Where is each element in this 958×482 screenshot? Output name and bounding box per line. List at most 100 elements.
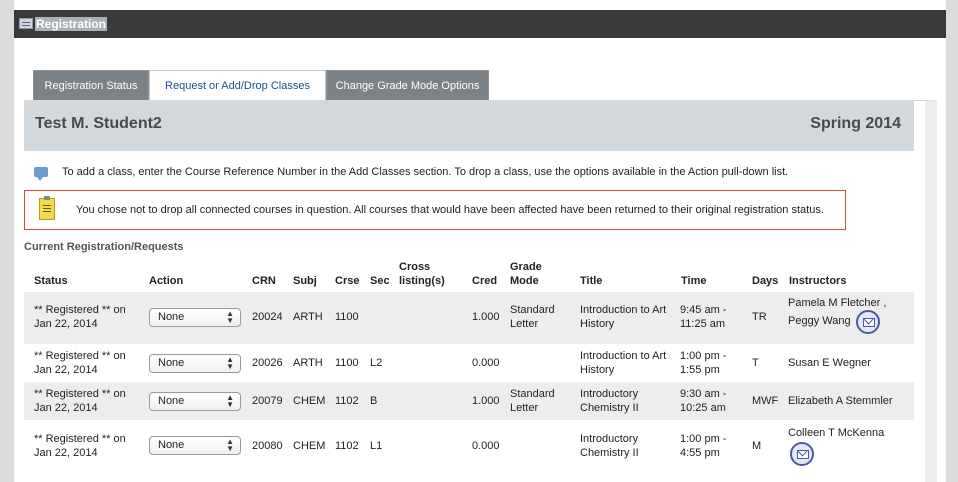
time-cell-2: 4:55 pm (680, 447, 720, 459)
time-cell: 1:00 pm - (680, 433, 727, 445)
cred-cell: 1.000 (472, 395, 500, 407)
cred-cell: 0.000 (472, 357, 500, 369)
col-header-grade: Grade (510, 261, 542, 273)
time-cell: 9:30 am - (680, 388, 727, 400)
instructor-cell: Susan E Wegner (788, 357, 871, 369)
email-icon[interactable] (790, 442, 814, 466)
status-date: Jan 22, 2014 (34, 402, 98, 414)
select-arrows-icon: ▲ ▼ (226, 309, 234, 325)
col-header-crse: Crse (335, 275, 360, 287)
table-row: ** Registered ** on Jan 22, 2014 None ▲ ▼… (24, 382, 914, 420)
crn-cell: 20080 (252, 440, 283, 452)
sec-cell: B (370, 395, 378, 407)
grade-mode-cell-2: Letter (510, 318, 539, 330)
status-text: ** Registered ** on (34, 350, 126, 362)
title-cell-2: History (580, 318, 615, 330)
col-header-cred: Cred (472, 275, 498, 287)
select-arrows-icon: ▲ ▼ (226, 437, 234, 453)
crn-cell: 20026 (252, 357, 283, 369)
title-cell-2: History (580, 364, 615, 376)
time-cell-2: 1:55 pm (680, 364, 720, 376)
cred-cell: 1.000 (472, 311, 500, 323)
main-content: Registration Status Request or Add/Drop … (14, 38, 946, 482)
action-select[interactable]: None ▲ ▼ (149, 354, 241, 373)
window-frame-left (0, 0, 14, 482)
instructor-cell-2: Peggy Wang (788, 315, 851, 327)
col-header-subj: Subj (293, 275, 317, 287)
col-header-mode: Mode (510, 275, 539, 287)
col-header-days: Days (752, 275, 779, 287)
window-frame-right (946, 0, 958, 482)
time-cell: 1:00 pm - (680, 350, 727, 362)
action-select-value: None (158, 395, 185, 407)
registration-icon (19, 18, 33, 29)
title-cell: Introduction to Art (580, 350, 667, 362)
email-icon[interactable] (856, 310, 880, 334)
col-header-action: Action (149, 275, 184, 287)
days-cell: T (752, 357, 759, 369)
tab-registration-status[interactable]: Registration Status (33, 70, 149, 100)
instructor-cell: Elizabeth A Stemmler (788, 395, 893, 407)
grade-mode-cell: Standard (510, 388, 555, 400)
crse-cell: 1100 (335, 311, 359, 323)
status-date: Jan 22, 2014 (34, 364, 98, 376)
subj-cell: ARTH (293, 311, 323, 323)
student-name: Test M. Student2 (35, 115, 162, 132)
alert-text: You chose not to drop all connected cour… (76, 204, 824, 216)
speech-bubble-icon (34, 167, 48, 181)
crse-cell: 1100 (335, 357, 359, 369)
col-header-crn: CRN (252, 275, 276, 287)
col-header-instructors: Instructors (789, 275, 847, 287)
table-row: ** Registered ** on Jan 22, 2014 None ▲ ▼… (24, 292, 914, 344)
title-cell: Introductory (580, 388, 639, 400)
student-header: Test M. Student2 Spring 2014 (24, 101, 914, 151)
term-label: Spring 2014 (810, 115, 901, 132)
action-select-value: None (158, 311, 185, 323)
col-header-status: Status (34, 275, 68, 287)
sec-cell: L1 (370, 440, 383, 452)
col-header-title: Title (580, 275, 603, 287)
time-cell-2: 11:25 am (680, 318, 726, 330)
time-cell-2: 10:25 am (680, 402, 726, 414)
status-text: ** Registered ** on (34, 388, 126, 400)
cred-cell: 0.000 (472, 440, 500, 452)
instructor-cell: Colleen T McKenna (788, 427, 885, 439)
info-text: To add a class, enter the Course Referen… (62, 166, 789, 178)
title-cell: Introduction to Art (580, 304, 667, 316)
action-select[interactable]: None ▲ ▼ (149, 392, 241, 411)
days-cell: TR (752, 311, 767, 323)
crn-cell: 20024 (252, 311, 283, 323)
title-cell-2: Chemistry II (580, 402, 639, 414)
time-cell: 9:45 am - (680, 304, 727, 316)
crn-cell: 20079 (252, 395, 283, 407)
select-arrows-icon: ▲ ▼ (226, 393, 234, 409)
tab-add-drop-classes[interactable]: Request or Add/Drop Classes (149, 70, 326, 100)
crse-cell: 1102 (335, 440, 359, 452)
action-select[interactable]: None ▲ ▼ (149, 436, 241, 455)
col-header-sec: Sec (370, 275, 390, 287)
title-cell: Introductory (580, 433, 639, 445)
status-date: Jan 22, 2014 (34, 318, 98, 330)
col-header-time: Time (681, 275, 707, 287)
action-select-value: None (158, 357, 185, 369)
window-titlebar: Registration (14, 10, 946, 38)
sec-cell: L2 (370, 357, 383, 369)
col-header-listings: listing(s) (399, 275, 445, 287)
subj-cell: CHEM (293, 395, 326, 407)
instructor-cell: Pamela M Fletcher , (788, 297, 887, 309)
days-cell: M (752, 440, 762, 452)
crse-cell: 1102 (335, 395, 359, 407)
table-row: ** Registered ** on Jan 22, 2014 None ▲ ▼… (24, 420, 914, 470)
subj-cell: CHEM (293, 440, 326, 452)
action-select-value: None (158, 439, 185, 451)
col-header-cross: Cross (399, 261, 431, 273)
grade-mode-cell: Standard (510, 304, 555, 316)
days-cell: MWF (752, 395, 779, 407)
alert-message: You chose not to drop all connected cour… (24, 190, 846, 230)
notepad-icon (39, 196, 55, 220)
select-arrows-icon: ▲ ▼ (226, 355, 234, 371)
tab-change-grade-mode[interactable]: Change Grade Mode Options (326, 70, 489, 100)
action-select[interactable]: None ▲ ▼ (149, 308, 241, 327)
status-text: ** Registered ** on (34, 433, 126, 445)
window-title: Registration (35, 17, 108, 31)
